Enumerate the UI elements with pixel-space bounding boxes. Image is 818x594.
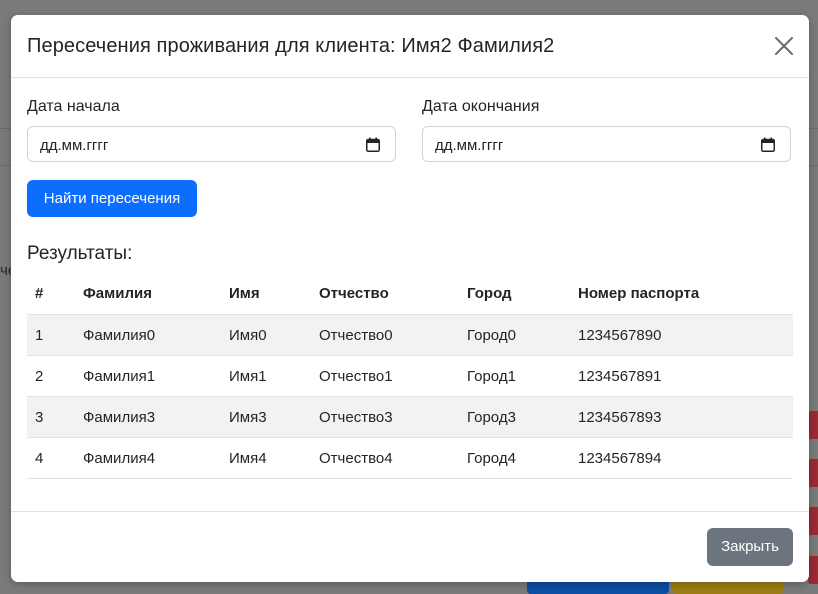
end-date-label: Дата окончания <box>422 98 540 115</box>
intersections-modal: Пересечения проживания для клиента: Имя2… <box>11 15 809 582</box>
cell-surname: Фамилия1 <box>75 355 221 397</box>
bg-delete-badge <box>808 556 818 584</box>
table-row: 1 Фамилия0 Имя0 Отчество0 Город0 1234567… <box>27 314 793 356</box>
cell-number: 2 <box>27 355 75 397</box>
cell-surname: Фамилия4 <box>75 437 221 479</box>
cell-city: Город4 <box>459 437 570 479</box>
cell-city: Город1 <box>459 355 570 397</box>
close-icon[interactable] <box>773 35 795 57</box>
cell-number: 3 <box>27 396 75 438</box>
col-header-patronymic: Отчество <box>311 273 459 315</box>
bg-delete-badge <box>808 507 818 535</box>
table-row: 4 Фамилия4 Имя4 Отчество4 Город4 1234567… <box>27 437 793 479</box>
modal-footer: Закрыть <box>11 511 809 583</box>
cell-patronymic: Отчество1 <box>311 355 459 397</box>
results-title: Результаты: <box>27 243 133 264</box>
cell-name: Имя3 <box>221 396 311 438</box>
cell-patronymic: Отчество3 <box>311 396 459 438</box>
col-header-name: Имя <box>221 273 311 315</box>
col-header-number: # <box>27 273 75 315</box>
start-date-input[interactable]: дд.мм.гггг <box>27 126 396 162</box>
cell-passport: 1234567890 <box>570 314 793 356</box>
modal-header: Пересечения проживания для клиента: Имя2… <box>11 15 809 78</box>
col-header-passport: Номер паспорта <box>570 273 793 315</box>
modal-title: Пересечения проживания для клиента: Имя2… <box>27 35 555 57</box>
cell-passport: 1234567891 <box>570 355 793 397</box>
start-date-value: дд.мм.гггг <box>40 137 109 154</box>
calendar-icon[interactable] <box>366 137 380 152</box>
table-row: 2 Фамилия1 Имя1 Отчество1 Город1 1234567… <box>27 355 793 397</box>
cell-name: Имя1 <box>221 355 311 397</box>
table-row: 3 Фамилия3 Имя3 Отчество3 Город3 1234567… <box>27 396 793 438</box>
bg-delete-badge <box>808 411 818 439</box>
cell-number: 4 <box>27 437 75 479</box>
cell-name: Имя4 <box>221 437 311 479</box>
col-header-city: Город <box>459 273 570 315</box>
calendar-icon[interactable] <box>761 137 775 152</box>
cell-passport: 1234567894 <box>570 437 793 479</box>
start-date-label: Дата начала <box>27 98 120 115</box>
col-header-surname: Фамилия <box>75 273 221 315</box>
cell-surname: Фамилия3 <box>75 396 221 438</box>
cell-number: 1 <box>27 314 75 356</box>
cell-patronymic: Отчество4 <box>311 437 459 479</box>
cell-name: Имя0 <box>221 314 311 356</box>
end-date-value: дд.мм.гггг <box>435 137 504 154</box>
find-intersections-button[interactable]: Найти пересечения <box>27 180 197 217</box>
cell-surname: Фамилия0 <box>75 314 221 356</box>
cell-city: Город3 <box>459 396 570 438</box>
end-date-input[interactable]: дд.мм.гггг <box>422 126 791 162</box>
cell-patronymic: Отчество0 <box>311 314 459 356</box>
results-table: # Фамилия Имя Отчество Город Номер паспо… <box>27 273 793 479</box>
cell-city: Город0 <box>459 314 570 356</box>
bg-delete-badge <box>808 459 818 487</box>
cell-passport: 1234567893 <box>570 396 793 438</box>
table-header-row: # Фамилия Имя Отчество Город Номер паспо… <box>27 273 793 315</box>
close-button[interactable]: Закрыть <box>707 528 793 566</box>
